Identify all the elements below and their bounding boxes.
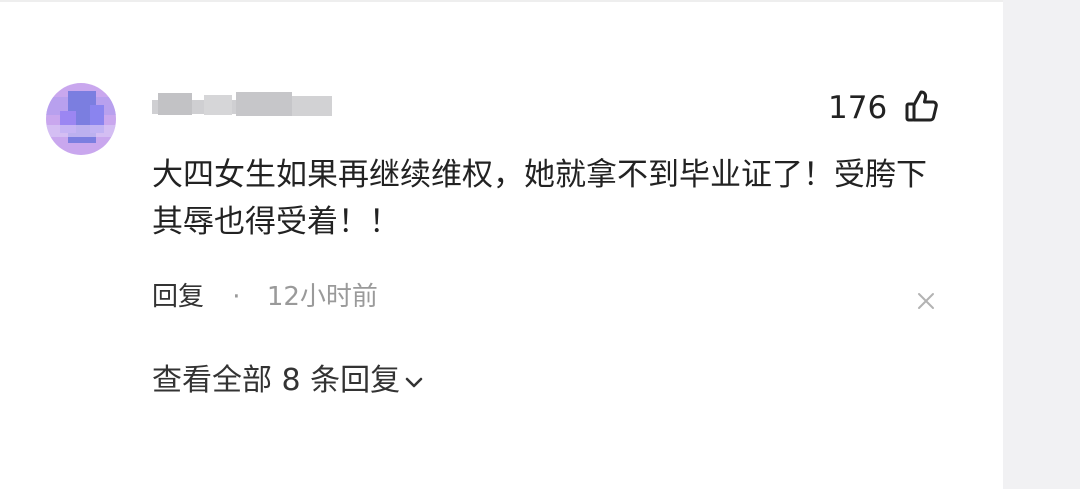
top-divider xyxy=(0,0,1003,2)
chevron-down-icon xyxy=(405,377,423,387)
reply-button[interactable]: 回复 xyxy=(152,282,204,312)
side-panel xyxy=(1003,0,1080,489)
close-icon[interactable] xyxy=(916,291,936,311)
comment-meta: 回复 · 12小时前 xyxy=(152,279,378,315)
username-blurred[interactable] xyxy=(152,90,342,118)
like-count: 176 xyxy=(828,90,888,126)
view-replies-label: 查看全部 8 条回复 xyxy=(152,363,401,398)
avatar-pixel xyxy=(46,125,116,137)
comment-text: 大四女生如果再继续维权，她就拿不到毕业证了！受胯下其辱也得受着！！ xyxy=(152,157,927,240)
meta-separator: · xyxy=(232,282,241,312)
blur-block xyxy=(236,92,292,116)
blur-block xyxy=(158,93,192,115)
avatar[interactable] xyxy=(46,83,116,155)
thumbs-up-icon[interactable] xyxy=(902,88,940,126)
view-all-replies-button[interactable]: 查看全部 8 条回复 xyxy=(152,361,424,401)
blur-block xyxy=(204,95,232,115)
blur-block xyxy=(292,96,332,116)
comment-time: 12小时前 xyxy=(266,282,378,312)
